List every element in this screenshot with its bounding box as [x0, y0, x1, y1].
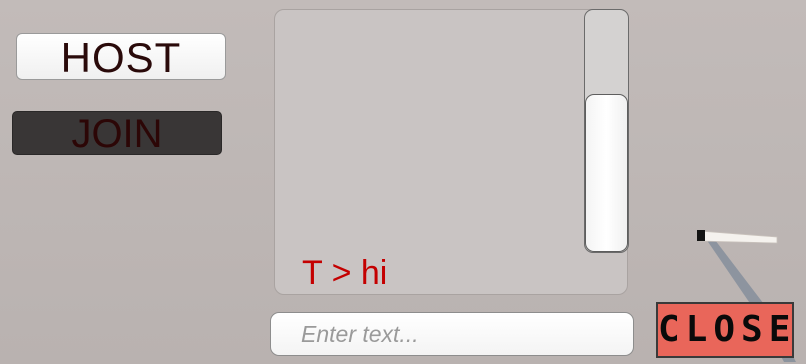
host-button[interactable]: HOST [16, 33, 226, 81]
join-button[interactable]: JOIN [12, 111, 222, 156]
chat-message: T > hi [302, 254, 388, 292]
chat-scrollbar-thumb[interactable] [585, 94, 628, 252]
close-button[interactable]: CLOSE [656, 302, 794, 358]
game-scene: HOST JOIN T > hi CLOSE [0, 0, 806, 364]
stick-prop [697, 230, 778, 244]
chat-input-field[interactable] [270, 312, 634, 356]
